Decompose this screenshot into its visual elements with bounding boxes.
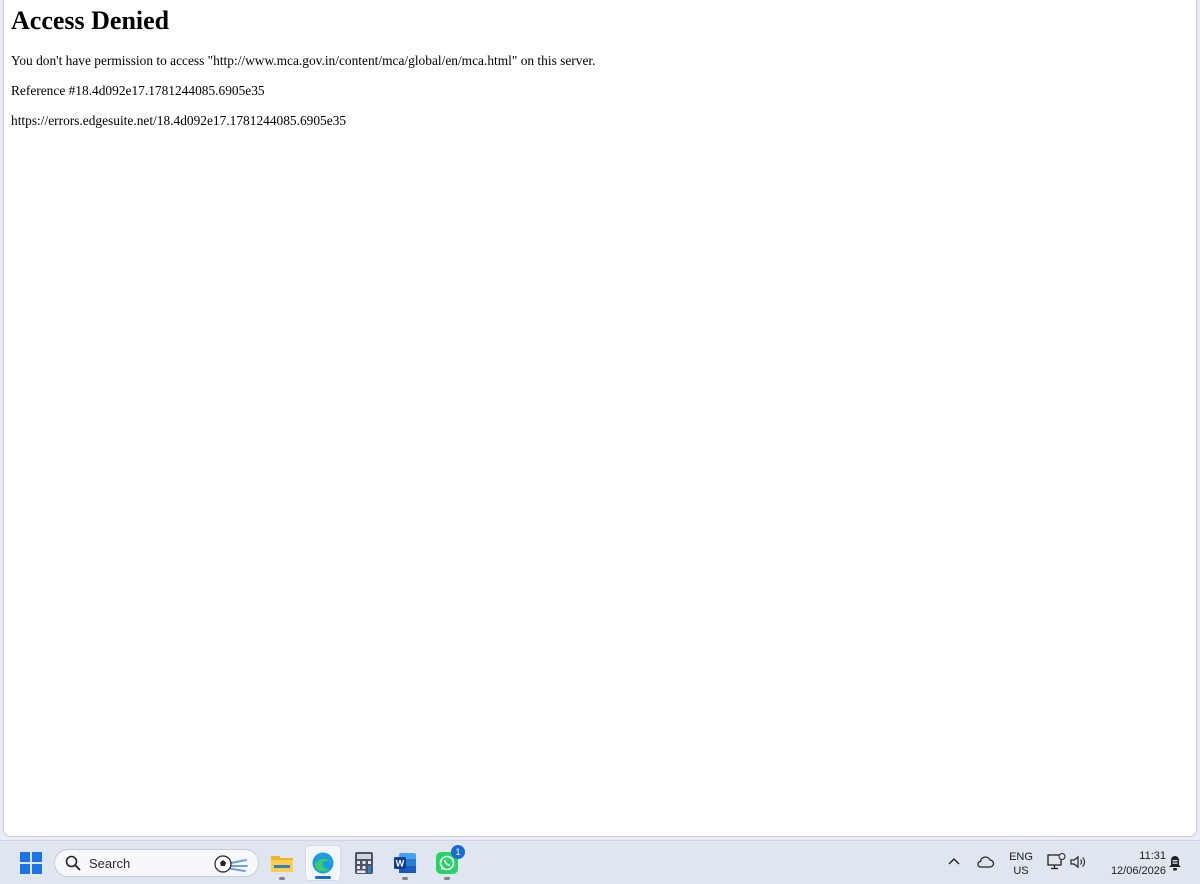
- folder-icon: [271, 856, 293, 872]
- search-label: Search: [89, 855, 131, 871]
- search-icon: [65, 855, 81, 871]
- onedrive-cloud-icon[interactable]: [975, 853, 995, 871]
- notification-bell-icon[interactable]: [1166, 853, 1184, 873]
- active-indicator: [315, 876, 331, 879]
- language-indicator[interactable]: ENG US: [1002, 850, 1040, 878]
- taskbar-whatsapp[interactable]: 1: [429, 845, 465, 881]
- taskbar-calculator[interactable]: [346, 845, 382, 881]
- network-icon[interactable]: [1046, 853, 1066, 871]
- clock[interactable]: 11:31 12/06/2026: [1094, 849, 1166, 879]
- soccer-ball-icon: [214, 855, 248, 873]
- notification-badge: 1: [451, 845, 465, 859]
- volume-icon[interactable]: [1069, 854, 1087, 870]
- clock-date: 12/06/2026: [1110, 865, 1166, 877]
- running-indicator: [279, 877, 285, 880]
- reference-id: Reference #18.4d092e17.1781244085.6905e3…: [11, 83, 265, 98]
- taskbar-edge[interactable]: [305, 845, 341, 881]
- clock-time: 11:31: [1139, 850, 1166, 862]
- chevron-up-icon[interactable]: [945, 853, 963, 871]
- page-title: Access Denied: [11, 6, 170, 35]
- word-icon: W: [394, 853, 416, 873]
- error-url: https://errors.edgesuite.net/18.4d092e17…: [11, 113, 347, 128]
- windows-icon: [20, 852, 42, 874]
- calculator-icon: [355, 852, 373, 874]
- browser-viewport: Access Denied You don't have permission …: [3, 0, 1197, 837]
- taskbar-search-box[interactable]: Search: [54, 849, 259, 877]
- taskbar-word[interactable]: W: [387, 845, 423, 881]
- permission-message: You don't have permission to access "htt…: [11, 53, 596, 68]
- svg-text:W: W: [396, 859, 405, 869]
- keyboard-region: US: [1013, 865, 1029, 877]
- language-code: ENG: [1009, 851, 1033, 863]
- start-button[interactable]: [13, 845, 49, 881]
- taskbar-file-explorer[interactable]: [264, 845, 300, 881]
- edge-icon: [312, 852, 334, 874]
- running-indicator: [402, 877, 408, 880]
- taskbar: Search W 1 ENG US 11:31 12/06/2026: [0, 840, 1200, 884]
- page-content: Access Denied You don't have permission …: [11, 5, 1188, 142]
- running-indicator: [444, 877, 450, 880]
